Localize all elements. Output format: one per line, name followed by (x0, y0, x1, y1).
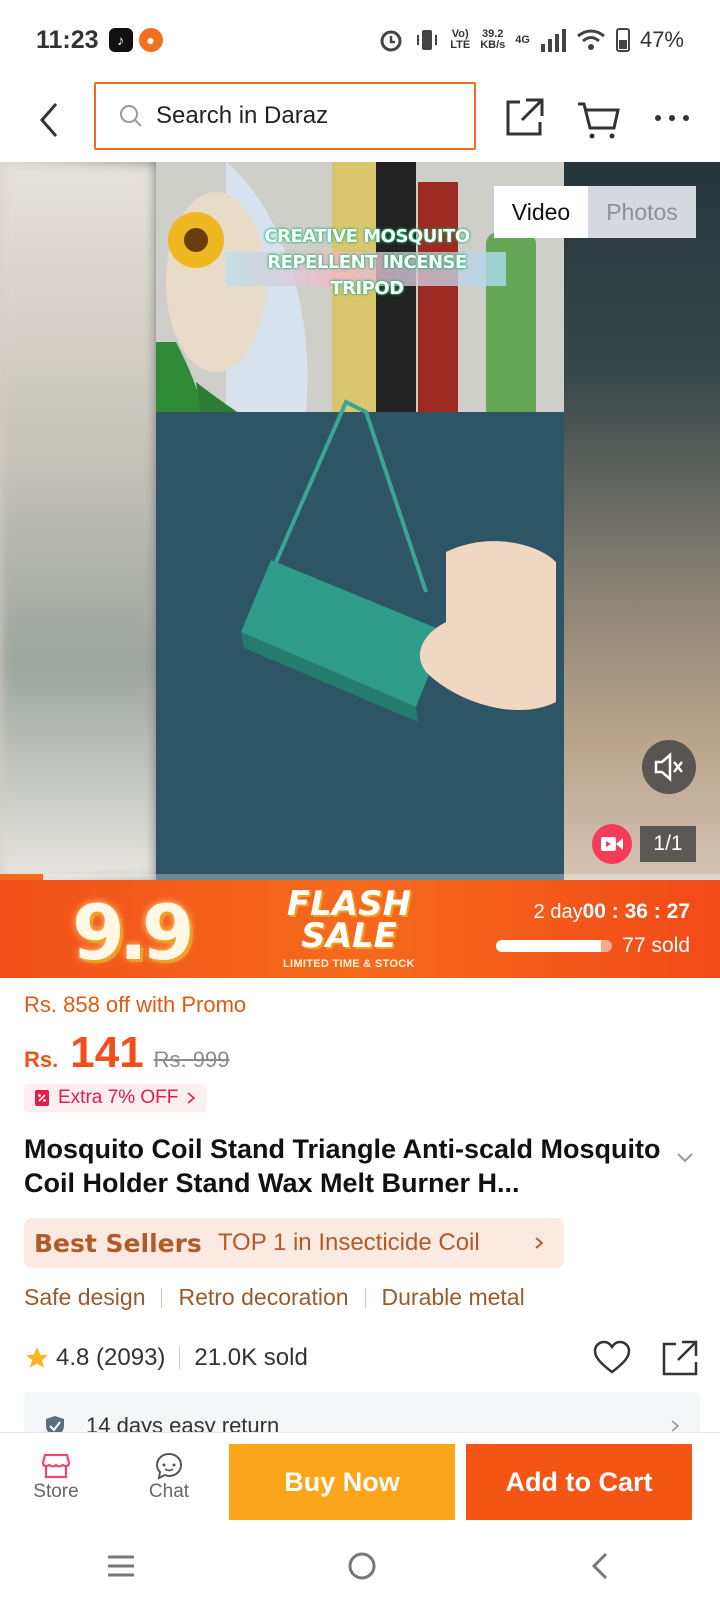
daraz-icon: ● (138, 28, 163, 52)
return-policy-row[interactable]: 14 days easy return (24, 1392, 700, 1432)
product-video[interactable]: CREATIVE MOSQUITO REPELLENT INCENSE TRIP… (156, 162, 564, 880)
flash-sold-count: 77 sold (622, 934, 690, 957)
flash-sale-subtitle: LIMITED TIME & STOCK (283, 958, 415, 970)
price-section: Rs. 858 off with Promo Rs. 141 Rs. 999 E… (24, 992, 704, 1112)
feature-tag: Retro decoration (178, 1284, 349, 1310)
network-type: 4G (515, 33, 530, 46)
flash-sale-banner[interactable]: 9.9 FLASH SALE LIMITED TIME & STOCK 2 da… (0, 880, 720, 978)
store-label: Store (33, 1481, 79, 1502)
chat-button[interactable]: Chat (129, 1441, 209, 1513)
store-icon (41, 1453, 71, 1479)
status-bar: 11:23 ♪ ● Vo) LTE 39.2 KB/s 4G 47% (0, 0, 720, 80)
extra-discount-chip[interactable]: Extra 7% OFF (24, 1084, 207, 1112)
back-arrow-icon[interactable] (30, 96, 70, 144)
price-value: 141 (70, 1028, 144, 1077)
shield-check-icon (46, 1416, 64, 1432)
add-to-cart-button[interactable]: Add to Cart (466, 1444, 692, 1520)
share-icon[interactable] (660, 1338, 700, 1378)
top-nav: Search in Daraz (0, 80, 720, 160)
countdown-timer: 2 day 00 : 36 : 27 (534, 900, 690, 924)
chat-label: Chat (148, 1481, 190, 1502)
alarm-icon (380, 30, 402, 52)
feature-tag: Durable metal (381, 1284, 525, 1310)
price-line: Rs. 141 Rs. 999 (24, 1028, 704, 1078)
bestseller-banner[interactable]: Best Sellers TOP 1 in Insecticide Coil (24, 1218, 564, 1268)
chevron-right-icon (671, 1420, 680, 1432)
rating-actions (592, 1338, 700, 1378)
product-title: Mosquito Coil Stand Triangle Anti-scald … (24, 1134, 661, 1198)
media-counter: 1/1 (640, 826, 696, 862)
wishlist-heart-icon[interactable] (592, 1338, 632, 1378)
chevron-right-icon (535, 1237, 544, 1249)
voucher-icon (35, 1090, 49, 1106)
cart-icon[interactable] (574, 94, 622, 142)
countdown-days: 2 day (533, 901, 583, 923)
feature-divider (161, 1287, 163, 1308)
star-icon (26, 1347, 48, 1368)
chevron-right-icon (187, 1092, 196, 1104)
store-button[interactable]: Store (16, 1441, 96, 1513)
signal-icon (540, 29, 566, 52)
notification-icons: ♪ ● (108, 28, 163, 52)
vibrate-icon (417, 30, 438, 50)
rating-divider (179, 1347, 181, 1369)
sold-count: 21.0K sold (194, 1344, 308, 1371)
rating-value[interactable]: 4.8 (2093) (56, 1344, 165, 1372)
status-right: Vo) LTE 39.2 KB/s 4G 47% (378, 27, 684, 53)
more-menu-icon[interactable] (648, 94, 696, 142)
feature-divider (364, 1287, 366, 1308)
flash-sold-row: 77 sold (496, 934, 690, 958)
flash-sale-title: FLASH SALE (286, 884, 412, 956)
price-currency: Rs. (24, 1047, 59, 1072)
extra-discount-label: Extra 7% OFF (58, 1087, 179, 1108)
status-time: 11:23 (36, 25, 99, 54)
system-back-icon[interactable] (586, 1549, 616, 1583)
wifi-icon (577, 29, 605, 50)
sold-progress-fill (496, 940, 601, 952)
return-policy-text: 14 days easy return (86, 1413, 280, 1432)
recent-apps-icon[interactable] (104, 1551, 138, 1581)
system-navigation-bar (0, 1524, 720, 1608)
search-icon (120, 105, 142, 127)
battery-icon (615, 28, 630, 52)
bottom-action-bar: Store Chat Buy Now Add to Cart (0, 1432, 720, 1520)
speaker-muted-icon (654, 752, 683, 782)
buy-now-button[interactable]: Buy Now (229, 1444, 455, 1520)
share-icon[interactable] (500, 94, 548, 142)
sold-progress-bar (496, 940, 613, 952)
media-toggle: Video Photos (494, 186, 696, 238)
tab-video[interactable]: Video (494, 186, 588, 238)
countdown-time: 00 : 36 : 27 (582, 900, 690, 923)
rating-row: 4.8 (2093) 21.0K sold (24, 1334, 700, 1382)
product-media-gallery[interactable]: CREATIVE MOSQUITO REPELLENT INCENSE TRIP… (0, 162, 720, 880)
battery-percent: 47% (639, 27, 684, 52)
bestseller-rank: TOP 1 in Insecticide Coil (217, 1229, 480, 1256)
expand-title-chevron-icon[interactable] (676, 1152, 694, 1164)
promo-discount[interactable]: Rs. 858 off with Promo (24, 992, 704, 1018)
video-caption: CREATIVE MOSQUITO REPELLENT INCENSE TRIP… (264, 226, 470, 299)
gallery-blur-left (0, 162, 156, 880)
video-indicator-icon (592, 824, 632, 864)
network-speed: 39.2 KB/s (480, 28, 506, 51)
campaign-logo: 9.9 (72, 888, 195, 977)
feature-tag: Safe design (24, 1284, 146, 1310)
search-input[interactable]: Search in Daraz (94, 82, 476, 150)
original-price: Rs. 999 (153, 1047, 230, 1072)
tiktok-icon: ♪ (108, 28, 133, 52)
bestseller-label: Best Sellers (34, 1228, 202, 1258)
home-icon[interactable] (345, 1549, 379, 1583)
tab-photos[interactable]: Photos (588, 186, 696, 238)
volte-indicator: Vo) LTE (450, 28, 471, 51)
search-placeholder: Search in Daraz (156, 102, 329, 129)
feature-tags: Safe design Retro decoration Durable met… (24, 1284, 525, 1311)
chat-icon (155, 1452, 183, 1480)
mute-button[interactable] (642, 740, 696, 794)
